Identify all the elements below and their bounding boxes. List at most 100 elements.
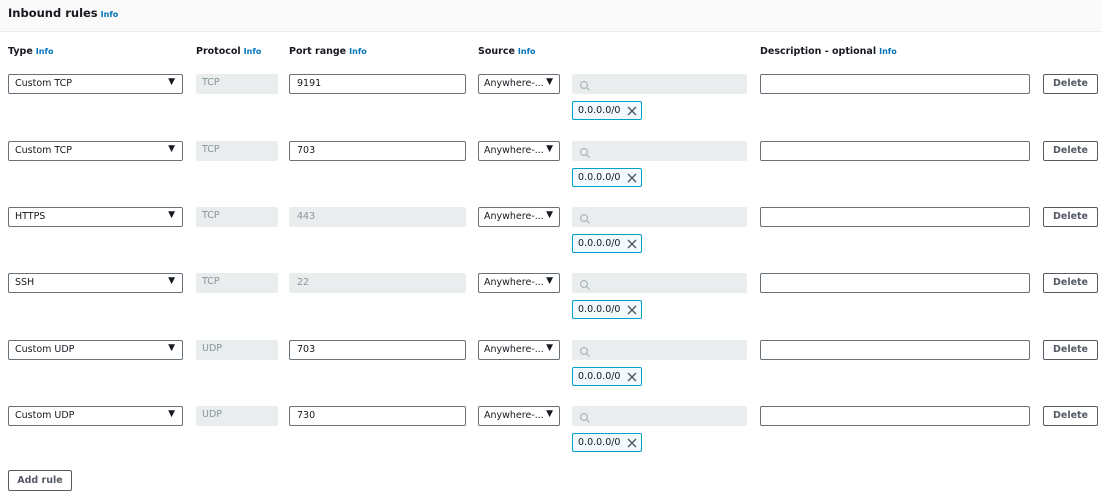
description-input[interactable] <box>760 141 1030 161</box>
column-header-description: Description - optional Info <box>760 46 897 57</box>
type-select-value: Custom TCP <box>15 78 73 89</box>
close-icon[interactable] <box>627 106 637 116</box>
type-info-link[interactable]: Info <box>36 47 54 56</box>
caret-down-icon: ▼ <box>168 409 175 419</box>
search-icon <box>579 144 591 158</box>
cidr-token-label: 0.0.0.0/0 <box>578 371 621 382</box>
source-select[interactable]: Anywhere-... ▼ <box>478 207 560 227</box>
caret-down-icon: ▼ <box>546 210 553 220</box>
close-icon[interactable] <box>627 438 637 448</box>
column-header-protocol-label: Protocol <box>196 46 241 57</box>
type-select[interactable]: Custom TCP ▼ <box>8 141 183 161</box>
cidr-token-label: 0.0.0.0/0 <box>578 304 621 315</box>
protocol-field: UDP <box>196 340 278 360</box>
cidr-search-input[interactable] <box>572 74 747 94</box>
cidr-search-input[interactable] <box>572 273 747 293</box>
caret-down-icon: ▼ <box>168 343 175 353</box>
delete-rule-button[interactable]: Delete <box>1043 74 1098 94</box>
port-range-input[interactable]: 703 <box>289 340 466 360</box>
rule-row: Custom TCP ▼ TCP 703 Anywhere-... ▼ 0.0.0.0/0 D… <box>0 141 1102 199</box>
source-select-value: Anywhere-... <box>484 78 544 89</box>
port-range-input[interactable]: 703 <box>289 141 466 161</box>
port-range-info-link[interactable]: Info <box>349 47 367 56</box>
cidr-search-input[interactable] <box>572 340 747 360</box>
source-info-link[interactable]: Info <box>518 47 536 56</box>
type-select-value: Custom UDP <box>15 410 75 421</box>
caret-down-icon: ▼ <box>546 409 553 419</box>
section-title: Inbound rules Info <box>8 6 118 20</box>
delete-rule-button[interactable]: Delete <box>1043 406 1098 426</box>
caret-down-icon: ▼ <box>546 343 553 353</box>
search-icon <box>579 77 591 91</box>
port-range-input[interactable]: 9191 <box>289 74 466 94</box>
caret-down-icon: ▼ <box>168 276 175 286</box>
source-select-value: Anywhere-... <box>484 410 544 421</box>
description-input[interactable] <box>760 340 1030 360</box>
caret-down-icon: ▼ <box>546 77 553 87</box>
port-range-input: 22 <box>289 273 466 293</box>
description-input[interactable] <box>760 273 1030 293</box>
cidr-search-input[interactable] <box>572 141 747 161</box>
description-input[interactable] <box>760 207 1030 227</box>
search-icon <box>579 343 591 357</box>
column-header-source-label: Source <box>478 46 515 57</box>
delete-rule-button[interactable]: Delete <box>1043 141 1098 161</box>
close-icon[interactable] <box>627 173 637 183</box>
column-header-port-range-label: Port range <box>289 46 347 57</box>
cidr-token: 0.0.0.0/0 <box>572 433 643 452</box>
source-select-value: Anywhere-... <box>484 344 544 355</box>
column-header-description-label: Description - optional <box>760 46 877 57</box>
rule-row: Custom TCP ▼ TCP 9191 Anywhere-... ▼ 0.0.0.0/0… <box>0 74 1102 132</box>
cidr-search-input[interactable] <box>572 406 747 426</box>
type-select-value: SSH <box>15 277 35 288</box>
source-select[interactable]: Anywhere-... ▼ <box>478 340 560 360</box>
description-input[interactable] <box>760 406 1030 426</box>
search-icon <box>579 276 591 290</box>
cidr-token-label: 0.0.0.0/0 <box>578 437 621 448</box>
port-range-input[interactable]: 730 <box>289 406 466 426</box>
delete-rule-button[interactable]: Delete <box>1043 273 1098 293</box>
cidr-token-label: 0.0.0.0/0 <box>578 105 621 116</box>
add-rule-button[interactable]: Add rule <box>8 470 72 491</box>
protocol-field: TCP <box>196 74 278 94</box>
port-range-input: 443 <box>289 207 466 227</box>
type-select[interactable]: SSH ▼ <box>8 273 183 293</box>
caret-down-icon: ▼ <box>546 144 553 154</box>
section-info-link[interactable]: Info <box>101 10 119 19</box>
caret-down-icon: ▼ <box>168 77 175 87</box>
cidr-token: 0.0.0.0/0 <box>572 367 643 386</box>
delete-rule-button[interactable]: Delete <box>1043 340 1098 360</box>
protocol-field: TCP <box>196 141 278 161</box>
close-icon[interactable] <box>627 305 637 315</box>
column-header-source: Source Info <box>478 46 536 57</box>
source-select-value: Anywhere-... <box>484 145 544 156</box>
type-select[interactable]: HTTPS ▼ <box>8 207 183 227</box>
source-select[interactable]: Anywhere-... ▼ <box>478 406 560 426</box>
description-info-link[interactable]: Info <box>879 47 897 56</box>
section-title-text: Inbound rules <box>8 6 98 20</box>
protocol-info-link[interactable]: Info <box>244 47 262 56</box>
rule-row: Custom UDP ▼ UDP 730 Anywhere-... ▼ 0.0.0.0/0 D… <box>0 406 1102 464</box>
protocol-field: UDP <box>196 406 278 426</box>
type-select-value: Custom UDP <box>15 344 75 355</box>
description-input[interactable] <box>760 74 1030 94</box>
close-icon[interactable] <box>627 372 637 382</box>
source-select[interactable]: Anywhere-... ▼ <box>478 273 560 293</box>
close-icon[interactable] <box>627 239 637 249</box>
type-select[interactable]: Custom TCP ▼ <box>8 74 183 94</box>
source-select-value: Anywhere-... <box>484 211 544 222</box>
section-header: Inbound rules Info <box>0 0 1102 32</box>
search-icon <box>579 409 591 423</box>
cidr-token: 0.0.0.0/0 <box>572 168 643 187</box>
protocol-field: TCP <box>196 273 278 293</box>
source-select[interactable]: Anywhere-... ▼ <box>478 141 560 161</box>
delete-rule-button[interactable]: Delete <box>1043 207 1098 227</box>
type-select[interactable]: Custom UDP ▼ <box>8 406 183 426</box>
source-select[interactable]: Anywhere-... ▼ <box>478 74 560 94</box>
cidr-search-input[interactable] <box>572 207 747 227</box>
rule-row: SSH ▼ TCP 22 Anywhere-... ▼ 0.0.0.0/0 Delete <box>0 273 1102 331</box>
column-header-type: Type Info <box>8 46 53 57</box>
cidr-token-label: 0.0.0.0/0 <box>578 238 621 249</box>
caret-down-icon: ▼ <box>546 276 553 286</box>
type-select[interactable]: Custom UDP ▼ <box>8 340 183 360</box>
